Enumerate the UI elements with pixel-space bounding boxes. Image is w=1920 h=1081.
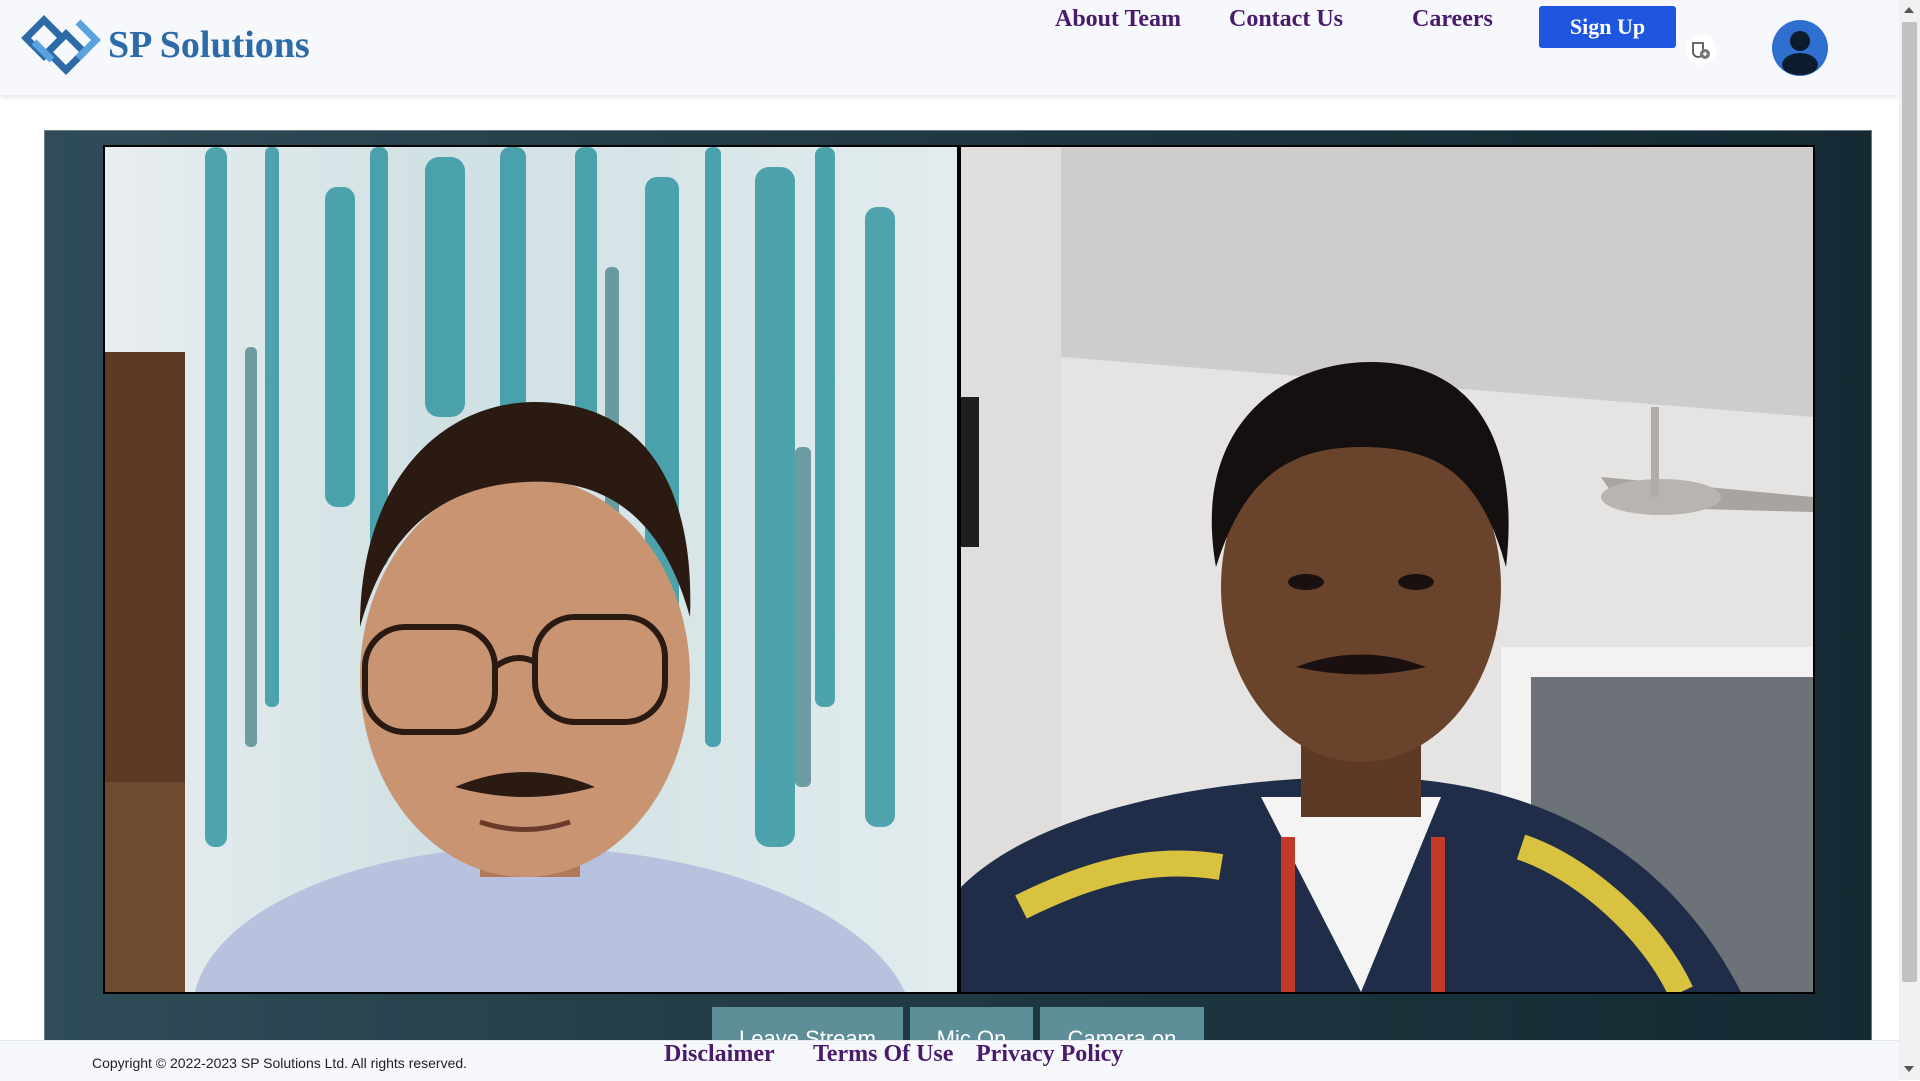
- copyright-text: Copyright © 2022-2023 SP Solutions Ltd. …: [92, 1055, 468, 1071]
- stream-panel: [44, 130, 1872, 1057]
- page-scrollbar[interactable]: [1899, 0, 1920, 1080]
- footer-disclaimer-link[interactable]: Disclaimer: [664, 1041, 775, 1068]
- site-header: SP Solutions About Team Contact Us Caree…: [0, 0, 1899, 95]
- nav-contact-us[interactable]: Contact Us: [1229, 6, 1343, 33]
- diamond-chain-logo-icon: [21, 15, 101, 75]
- user-avatar-icon[interactable]: [1771, 19, 1829, 77]
- video-feed-participant-2: [959, 145, 1815, 994]
- video-feed-participant-1: [103, 145, 959, 994]
- video-frame-participant-1: [105, 147, 957, 992]
- footer-terms-link[interactable]: Terms Of Use: [813, 1041, 953, 1068]
- site-footer: Copyright © 2022-2023 SP Solutions Ltd. …: [0, 1040, 1899, 1081]
- scroll-thumb[interactable]: [1902, 22, 1917, 982]
- brand-logo[interactable]: SP Solutions: [20, 12, 310, 78]
- scroll-up-arrow-icon[interactable]: [1904, 7, 1914, 13]
- footer-privacy-link[interactable]: Privacy Policy: [976, 1041, 1123, 1068]
- extension-shield-icon[interactable]: [1685, 34, 1717, 66]
- brand-name: SP Solutions: [108, 24, 310, 66]
- sign-up-button[interactable]: Sign Up: [1539, 6, 1676, 48]
- nav-about-team[interactable]: About Team: [1055, 6, 1181, 33]
- scroll-down-arrow-icon[interactable]: [1904, 1066, 1914, 1072]
- video-frame-participant-2: [961, 147, 1813, 992]
- nav-careers[interactable]: Careers: [1412, 6, 1493, 33]
